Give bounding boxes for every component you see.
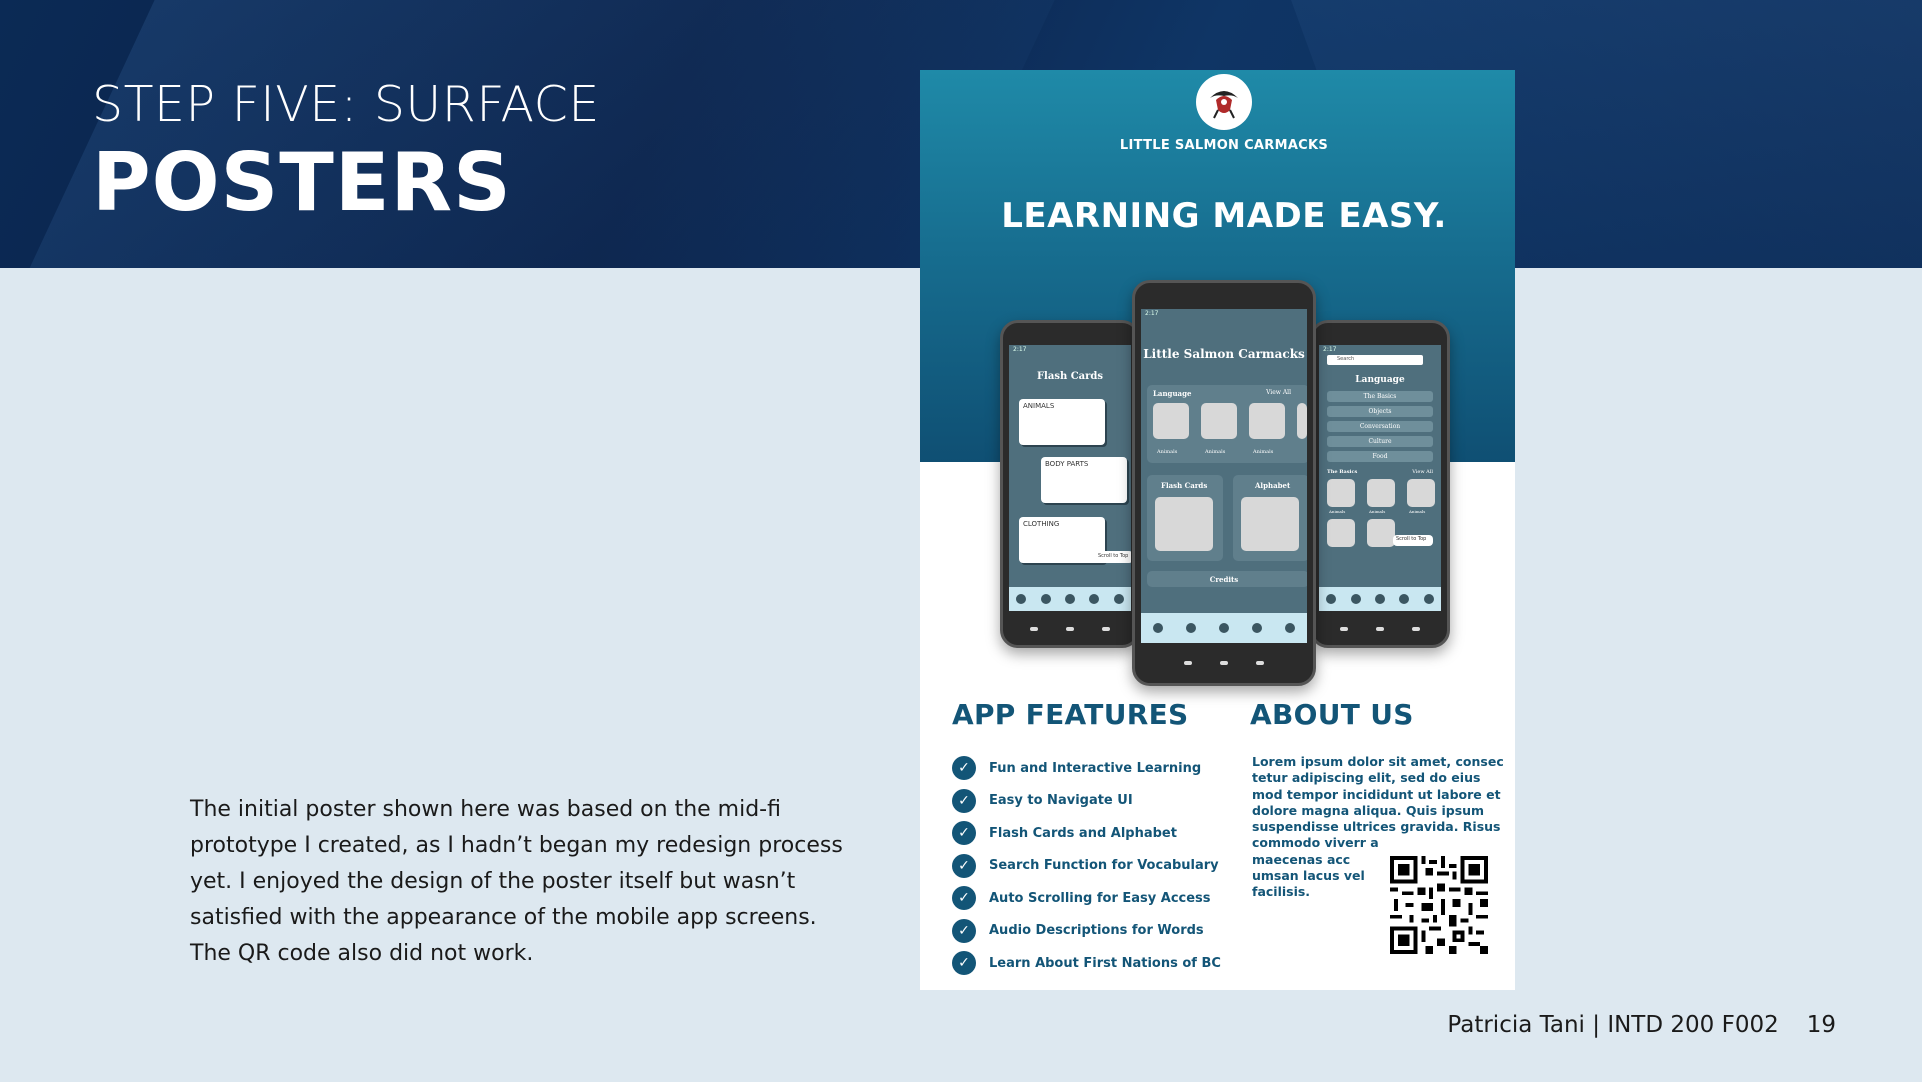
feature-item: ✓ Easy to Navigate UI xyxy=(952,785,1221,818)
vocab-tile xyxy=(1327,519,1355,547)
phone-center: 2:17 Little Salmon Carmacks Language Vie… xyxy=(1132,280,1316,686)
check-icon: ✓ xyxy=(952,788,976,813)
about-text-wide: Lorem ipsum dolor sit amet, consec tetur… xyxy=(1252,754,1504,835)
phone-right: 2:17 Search Language The Basics Objects … xyxy=(1310,320,1450,648)
screen-title: Little Salmon Carmacks xyxy=(1143,347,1305,361)
system-nav xyxy=(1135,651,1313,675)
check-icon: ✓ xyxy=(952,821,976,846)
flash-card: CLOTHING xyxy=(1019,517,1105,563)
system-nav xyxy=(1313,617,1447,641)
check-icon: ✓ xyxy=(952,951,976,976)
status-time: 2:17 xyxy=(1323,346,1337,353)
phone-center-screen: 2:17 Little Salmon Carmacks Language Vie… xyxy=(1141,309,1307,643)
flash-cards-tile xyxy=(1155,497,1213,551)
view-all-link: View All xyxy=(1412,469,1433,475)
feature-label: Search Function for Vocabulary xyxy=(989,858,1219,874)
org-name: LITTLE SALMON CARMACKS xyxy=(1119,138,1329,153)
system-nav xyxy=(1003,617,1137,641)
tile-label: Animals xyxy=(1205,449,1226,455)
tile-label: Animals xyxy=(1369,509,1386,514)
footer-author: Patricia Tani | INTD 200 F002 xyxy=(1447,1012,1779,1038)
flash-card: BODY PARTS xyxy=(1041,457,1127,503)
vocab-tile xyxy=(1367,519,1395,547)
category-row: Conversation xyxy=(1327,421,1433,432)
category-row: The Basics xyxy=(1327,391,1433,402)
footer: Patricia Tani | INTD 200 F002 19 xyxy=(1447,1012,1836,1038)
scroll-to-top-button: Scroll to Top xyxy=(1095,551,1131,563)
vocab-tile xyxy=(1297,403,1307,439)
tile-label: Animals xyxy=(1253,449,1274,455)
bottom-nav xyxy=(1009,587,1131,611)
poster-image: LITTLE SALMON CARMACKS LEARNING MADE EAS… xyxy=(920,70,1515,990)
phone-left: 2:17 Flash Cards ANIMALS BODY PARTS CLOT… xyxy=(1000,320,1140,648)
bottom-nav xyxy=(1141,613,1307,643)
category-row: Culture xyxy=(1327,436,1433,447)
feature-item: ✓ Flash Cards and Alphabet xyxy=(952,817,1221,850)
phone-left-screen: 2:17 Flash Cards ANIMALS BODY PARTS CLOT… xyxy=(1009,345,1131,611)
feature-label: Auto Scrolling for Easy Access xyxy=(989,890,1211,906)
tile-label: Animals xyxy=(1329,509,1346,514)
section-label: The Basics xyxy=(1327,469,1358,475)
panel-title: Flash Cards xyxy=(1161,481,1208,490)
credits-label: Credits xyxy=(1209,575,1239,584)
vocab-tile xyxy=(1153,403,1189,439)
feature-label: Learn About First Nations of BC xyxy=(989,955,1221,971)
check-icon: ✓ xyxy=(952,853,976,878)
feature-label: Flash Cards and Alphabet xyxy=(989,825,1177,841)
bottom-nav xyxy=(1319,587,1441,611)
about-title: ABOUT US xyxy=(1250,698,1414,731)
features-list: ✓ Fun and Interactive Learning ✓ Easy to… xyxy=(952,752,1221,980)
category-row: Food xyxy=(1327,451,1433,462)
section-label: Language xyxy=(1153,389,1192,398)
logo xyxy=(1196,74,1252,130)
vocab-tile xyxy=(1407,479,1435,507)
feature-item: ✓ Learn About First Nations of BC xyxy=(952,947,1221,980)
flash-card: ANIMALS xyxy=(1019,399,1105,445)
feature-item: ✓ Search Function for Vocabulary xyxy=(952,850,1221,883)
alphabet-tile xyxy=(1241,497,1299,551)
check-icon: ✓ xyxy=(952,756,976,781)
vocab-tile xyxy=(1327,479,1355,507)
feature-item: ✓ Audio Descriptions for Words xyxy=(952,915,1221,948)
status-time: 2:17 xyxy=(1145,310,1159,317)
screen-title: Flash Cards xyxy=(1036,371,1104,382)
category-row: Objects xyxy=(1327,406,1433,417)
screen-title: Language xyxy=(1355,375,1405,385)
page-number: 19 xyxy=(1806,1012,1836,1038)
scroll-to-top-button: Scroll to Top xyxy=(1393,535,1433,546)
phone-right-screen: 2:17 Search Language The Basics Objects … xyxy=(1319,345,1441,611)
vocab-tile xyxy=(1249,403,1285,439)
vocab-tile xyxy=(1367,479,1395,507)
feature-item: ✓ Auto Scrolling for Easy Access xyxy=(952,882,1221,915)
status-time: 2:17 xyxy=(1013,346,1027,353)
check-icon: ✓ xyxy=(952,918,976,943)
about-text-narrow: commodo viverr a maecenas acc umsan lacu… xyxy=(1252,835,1379,900)
tile-label: Animals xyxy=(1409,509,1426,514)
feature-item: ✓ Fun and Interactive Learning xyxy=(952,752,1221,785)
check-icon: ✓ xyxy=(952,886,976,911)
page-title: POSTERS xyxy=(92,136,512,229)
features-title: APP FEATURES xyxy=(952,698,1189,731)
qr-code-icon xyxy=(1390,856,1488,954)
view-all-link: View All xyxy=(1266,389,1291,396)
salmon-logo-icon xyxy=(1204,82,1244,122)
feature-label: Audio Descriptions for Words xyxy=(989,923,1204,939)
vocab-tile xyxy=(1201,403,1237,439)
poster-headline: LEARNING MADE EASY. xyxy=(1001,196,1447,236)
tile-label: Animals xyxy=(1157,449,1178,455)
search-input: Search xyxy=(1327,355,1423,365)
feature-label: Fun and Interactive Learning xyxy=(989,760,1202,776)
feature-label: Easy to Navigate UI xyxy=(989,793,1133,809)
panel-title: Alphabet xyxy=(1255,481,1291,490)
description-text: The initial poster shown here was based … xyxy=(190,797,843,966)
step-title: STEP FIVE: SURFACE xyxy=(92,76,600,133)
